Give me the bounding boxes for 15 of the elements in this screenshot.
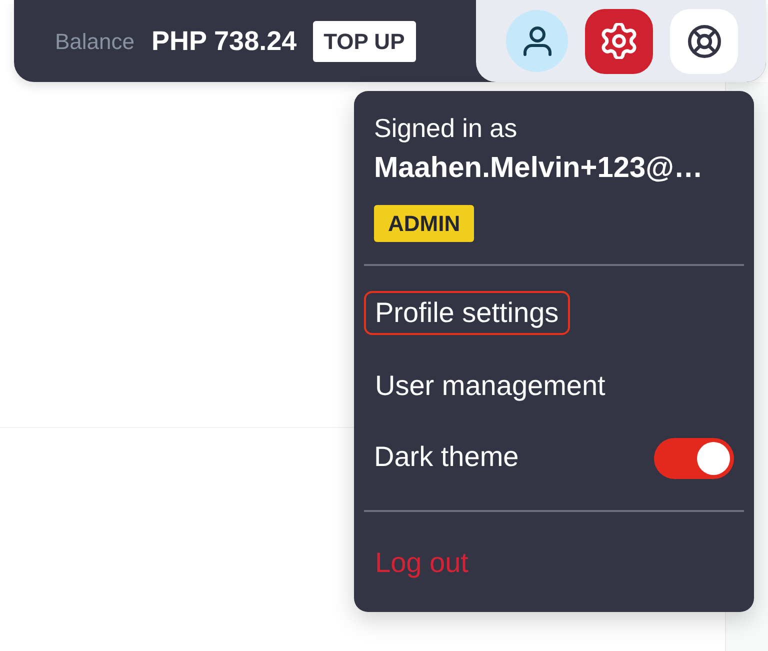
settings-icon — [601, 23, 637, 59]
user-email: Maahen.Melvin+123@… — [374, 151, 704, 186]
role-badge: ADMIN — [374, 205, 474, 242]
menu-item-label: Dark theme — [374, 440, 519, 474]
lifebuoy-icon — [688, 24, 720, 58]
settings-button[interactable] — [585, 8, 653, 74]
balance-amount: PHP 738.24 — [152, 24, 297, 58]
menu-item[interactable]: User management — [364, 364, 616, 408]
menu-item[interactable]: Profile settings — [364, 291, 570, 335]
top-up-button[interactable]: TOP UP — [312, 20, 416, 62]
help-button[interactable] — [670, 8, 738, 74]
user-icon — [522, 26, 552, 56]
signed-in-label: Signed in as — [374, 112, 518, 144]
balance-label: Balance — [55, 28, 135, 56]
toggle-switch[interactable] — [654, 438, 734, 478]
